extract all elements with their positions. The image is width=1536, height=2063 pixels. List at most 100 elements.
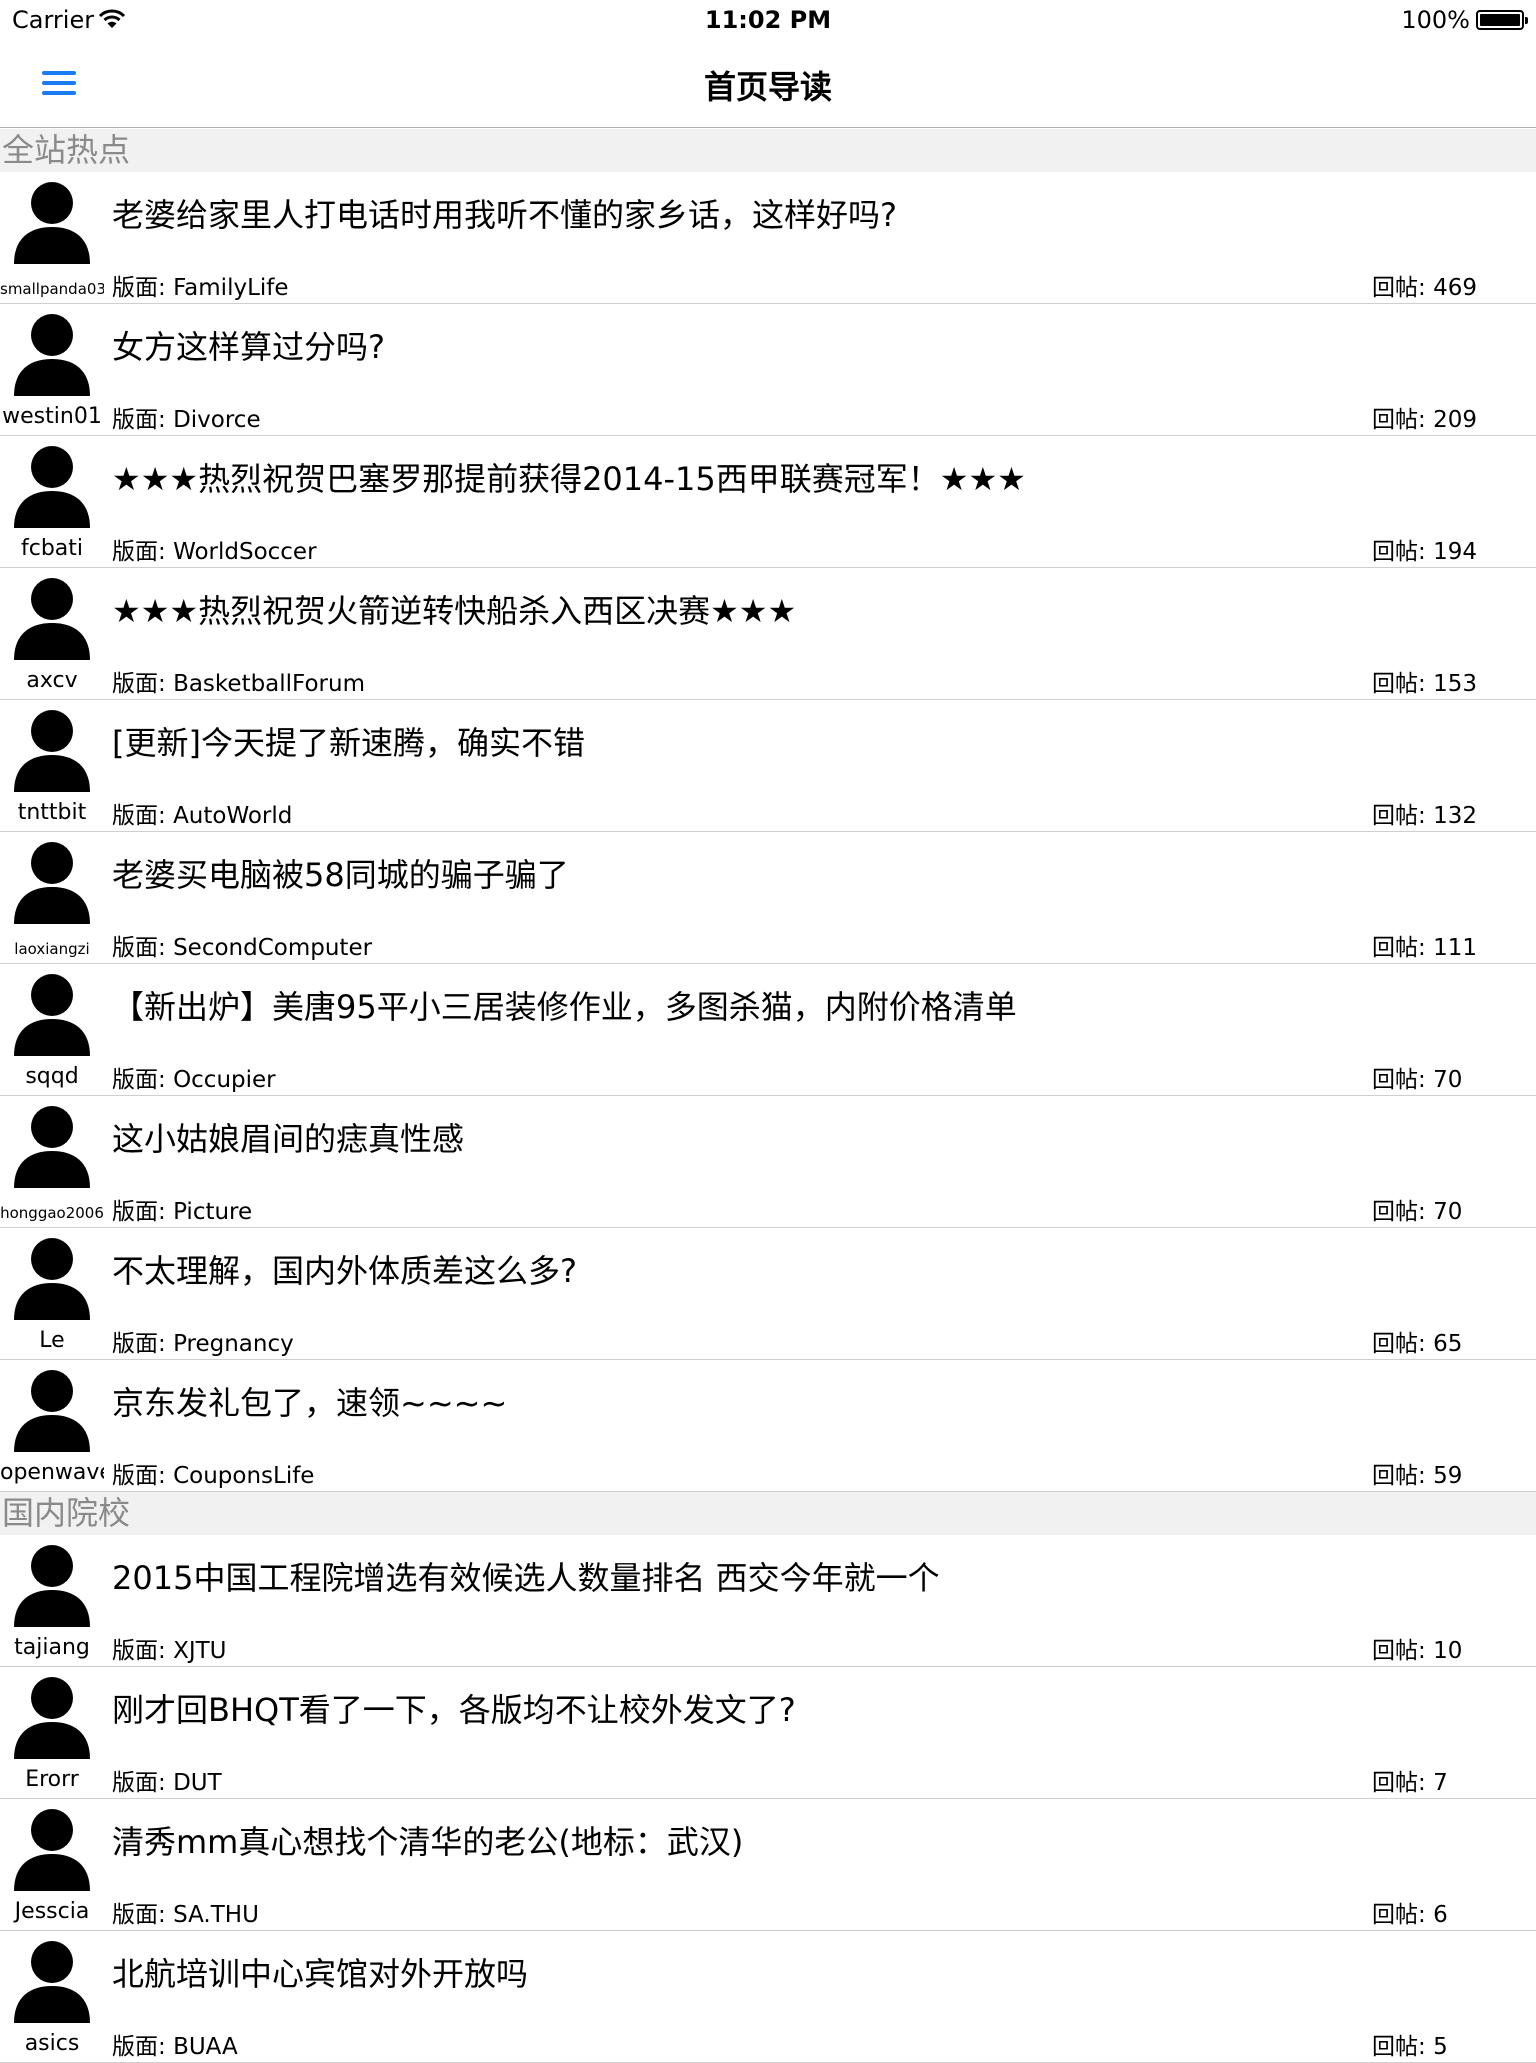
board-name: BasketballForum xyxy=(173,671,365,697)
reply-count: 回帖: 209 xyxy=(1372,400,1477,434)
replies-prefix: 回帖: xyxy=(1372,935,1434,961)
topic-row[interactable]: axcv ★★★热烈祝贺火箭逆转快船杀入西区决赛★★★ 版面: Basketba… xyxy=(0,568,1536,700)
topic-title: 北航培训中心宾馆对外开放吗 xyxy=(112,1955,529,1993)
avatar-icon xyxy=(14,182,90,264)
topic-title: 刚才回BHQT看了一下，各版均不让校外发文了? xyxy=(112,1691,796,1729)
author-name: sqqd xyxy=(25,1064,79,1089)
topic-title: 【新出炉】美唐95平小三居装修作业，多图杀猫，内附价格清单 xyxy=(112,988,1017,1026)
replies-value: 65 xyxy=(1433,1331,1463,1357)
replies-prefix: 回帖: xyxy=(1372,275,1434,301)
board-name: Occupier xyxy=(173,1067,276,1093)
board-name: SA.THU xyxy=(173,1902,259,1928)
topic-row[interactable]: Le 不太理解，国内外体质差这么多? 版面: Pregnancy 回帖: 65 xyxy=(0,1228,1536,1360)
board-label: 版面: Occupier xyxy=(112,1060,276,1094)
reply-count: 回帖: 59 xyxy=(1372,1456,1462,1490)
topic-row[interactable]: westin01 女方这样算过分吗? 版面: Divorce 回帖: 209 xyxy=(0,304,1536,436)
topic-row[interactable]: fcbati ★★★热烈祝贺巴塞罗那提前获得2014-15西甲联赛冠军！★★★ … xyxy=(0,436,1536,568)
avatar-icon xyxy=(14,314,90,396)
avatar-icon xyxy=(14,842,90,924)
replies-prefix: 回帖: xyxy=(1372,1638,1434,1664)
board-name: Picture xyxy=(173,1199,253,1225)
author-name: asics xyxy=(24,2031,80,2056)
reply-count: 回帖: 5 xyxy=(1372,2027,1448,2061)
replies-prefix: 回帖: xyxy=(1372,1067,1434,1093)
board-label: 版面: DUT xyxy=(112,1763,222,1797)
replies-prefix: 回帖: xyxy=(1372,1199,1434,1225)
reply-count: 回帖: 111 xyxy=(1372,928,1477,962)
board-prefix: 版面: xyxy=(112,1902,174,1928)
reply-count: 回帖: 132 xyxy=(1372,796,1477,830)
status-bar: Carrier 11:02 PM 100% xyxy=(0,0,1536,40)
board-name: DUT xyxy=(173,1770,222,1796)
board-prefix: 版面: xyxy=(112,1331,174,1357)
board-name: AutoWorld xyxy=(173,803,293,829)
board-prefix: 版面: xyxy=(112,407,174,433)
replies-prefix: 回帖: xyxy=(1372,539,1434,565)
board-prefix: 版面: xyxy=(112,803,174,829)
replies-prefix: 回帖: xyxy=(1372,1770,1434,1796)
topic-title: ★★★热烈祝贺火箭逆转快船杀入西区决赛★★★ xyxy=(112,592,797,630)
replies-value: 70 xyxy=(1433,1199,1463,1225)
replies-prefix: 回帖: xyxy=(1372,2034,1434,2060)
topic-row[interactable]: tajiang 2015中国工程院增选有效候选人数量排名 西交今年就一个 版面:… xyxy=(0,1535,1536,1667)
board-prefix: 版面: xyxy=(112,275,174,301)
topic-row[interactable]: openwave 京东发礼包了，速领~~~~ 版面: CouponsLife 回… xyxy=(0,1360,1536,1492)
avatar-icon xyxy=(14,1370,90,1452)
reply-count: 回帖: 10 xyxy=(1372,1631,1462,1665)
replies-prefix: 回帖: xyxy=(1372,407,1434,433)
topic-title: 这小姑娘眉间的痣真性感 xyxy=(112,1120,465,1158)
board-label: 版面: CouponsLife xyxy=(112,1456,314,1490)
board-prefix: 版面: xyxy=(112,2034,174,2060)
reply-count: 回帖: 65 xyxy=(1372,1324,1462,1358)
topic-row[interactable]: tnttbit [更新]今天提了新速腾，确实不错 版面: AutoWorld 回… xyxy=(0,700,1536,832)
reply-count: 回帖: 7 xyxy=(1372,1763,1448,1797)
board-label: 版面: BUAA xyxy=(112,2027,238,2061)
board-label: 版面: Picture xyxy=(112,1192,252,1226)
topic-row[interactable]: asics 北航培训中心宾馆对外开放吗 版面: BUAA 回帖: 5 xyxy=(0,1931,1536,2063)
board-prefix: 版面: xyxy=(112,671,174,697)
board-label: 版面: Pregnancy xyxy=(112,1324,294,1358)
clock: 11:02 PM xyxy=(704,6,832,34)
board-prefix: 版面: xyxy=(112,1638,174,1664)
board-label: 版面: AutoWorld xyxy=(112,796,292,830)
reply-count: 回帖: 6 xyxy=(1372,1895,1448,1929)
board-name: XJTU xyxy=(173,1638,227,1664)
board-label: 版面: BasketballForum xyxy=(112,664,365,698)
replies-value: 7 xyxy=(1433,1770,1448,1796)
battery-percentage: 100% xyxy=(1401,6,1470,34)
topic-title: 女方这样算过分吗? xyxy=(112,328,385,366)
reply-count: 回帖: 70 xyxy=(1372,1192,1462,1226)
author-name: Le xyxy=(39,1328,65,1353)
topic-title: 清秀mm真心想找个清华的老公(地标：武汉) xyxy=(112,1823,744,1861)
replies-value: 10 xyxy=(1433,1638,1463,1664)
author-name: honggao2006 xyxy=(0,1204,104,1222)
board-label: 版面: SecondComputer xyxy=(112,928,372,962)
avatar-icon xyxy=(14,578,90,660)
board-label: 版面: SA.THU xyxy=(112,1895,259,1929)
topic-row[interactable]: Erorr 刚才回BHQT看了一下，各版均不让校外发文了? 版面: DUT 回帖… xyxy=(0,1667,1536,1799)
topic-title: ★★★热烈祝贺巴塞罗那提前获得2014-15西甲联赛冠军！★★★ xyxy=(112,460,1026,498)
topic-row[interactable]: sqqd 【新出炉】美唐95平小三居装修作业，多图杀猫，内附价格清单 版面: O… xyxy=(0,964,1536,1096)
author-name: axcv xyxy=(26,668,78,693)
topic-row[interactable]: honggao2006 这小姑娘眉间的痣真性感 版面: Picture 回帖: … xyxy=(0,1096,1536,1228)
author-name: fcbati xyxy=(20,536,84,561)
board-name: BUAA xyxy=(173,2034,238,2060)
board-label: 版面: XJTU xyxy=(112,1631,227,1665)
avatar-icon xyxy=(14,1941,90,2023)
author-name: tnttbit xyxy=(17,800,87,825)
topic-row[interactable]: Jesscia 清秀mm真心想找个清华的老公(地标：武汉) 版面: SA.THU… xyxy=(0,1799,1536,1931)
author-name: Erorr xyxy=(25,1767,79,1792)
board-name: Divorce xyxy=(173,407,261,433)
topic-row[interactable]: laoxiangzi 老婆买电脑被58同城的骗子骗了 版面: SecondCom… xyxy=(0,832,1536,964)
avatar-icon xyxy=(14,974,90,1056)
topic-title: [更新]今天提了新速腾，确实不错 xyxy=(112,724,585,762)
topic-title: 不太理解，国内外体质差这么多? xyxy=(112,1252,577,1290)
topic-row[interactable]: smallpanda03 老婆给家里人打电话时用我听不懂的家乡话，这样好吗? 版… xyxy=(0,172,1536,304)
board-prefix: 版面: xyxy=(112,1199,174,1225)
avatar-icon xyxy=(14,1677,90,1759)
topic-title: 2015中国工程院增选有效候选人数量排名 西交今年就一个 xyxy=(112,1559,940,1597)
board-label: 版面: Divorce xyxy=(112,400,261,434)
replies-prefix: 回帖: xyxy=(1372,803,1434,829)
board-prefix: 版面: xyxy=(112,539,174,565)
author-name: tajiang xyxy=(14,1635,90,1660)
